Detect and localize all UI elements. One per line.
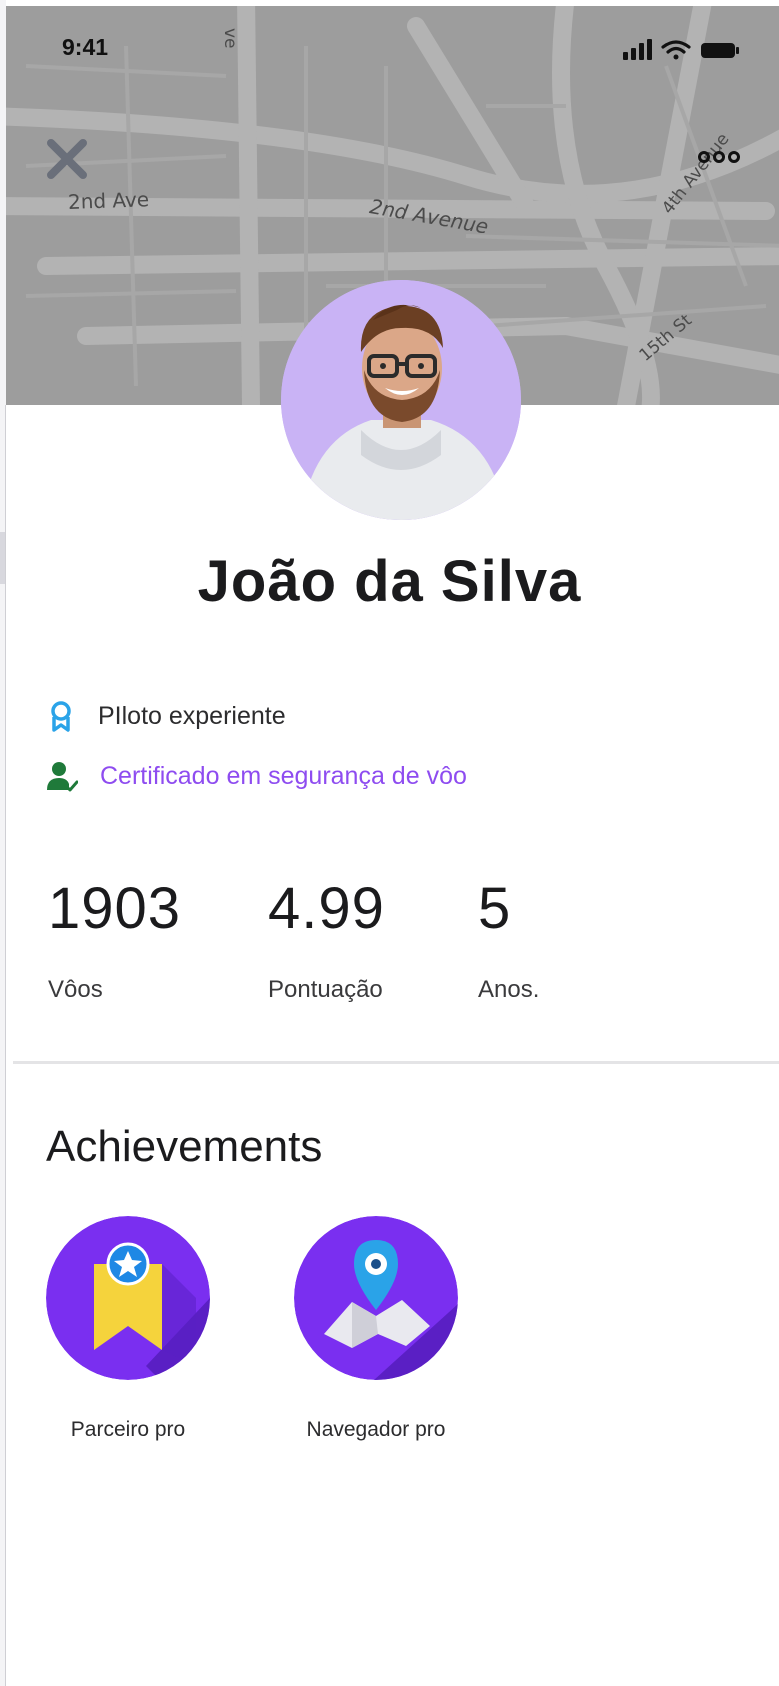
stat-score: 4.99 Pontuação — [268, 880, 385, 1004]
section-divider — [13, 1061, 779, 1064]
badge-label: PIloto experiente — [98, 701, 286, 730]
stat-label: Pontuação — [268, 976, 383, 1003]
stat-years: 5 Anos. — [478, 880, 539, 1004]
user-verified-icon — [47, 762, 78, 792]
street-label: 2nd Ave — [67, 187, 150, 214]
map-pin-icon — [294, 1216, 458, 1380]
wifi-icon — [661, 40, 691, 60]
badge-experienced-pilot: PIloto experiente — [46, 700, 286, 732]
stat-label: Anos. — [478, 976, 540, 1003]
stat-value: 1903 — [48, 876, 182, 941]
signal-icon — [623, 39, 652, 60]
ribbon-award-icon — [51, 701, 71, 732]
achievement-label: Navegador pro — [306, 1418, 446, 1441]
close-icon — [47, 139, 87, 179]
achievement-badge[interactable] — [46, 1216, 210, 1380]
stat-value: 5 — [478, 876, 512, 941]
badge-link[interactable]: Certificado em segurança de vôo — [100, 762, 467, 791]
stat-label: Vôos — [48, 976, 103, 1003]
badge-safety-certified[interactable]: Certificado em segurança de vôo — [46, 760, 467, 792]
more-options-button[interactable] — [698, 148, 740, 166]
bookmark-star-icon — [46, 1216, 210, 1380]
status-icons — [623, 38, 743, 67]
status-time: 9:41 — [62, 34, 109, 60]
more-options-icon — [698, 151, 740, 163]
profile-name: João da Silva — [197, 549, 582, 614]
stat-value: 4.99 — [268, 876, 385, 941]
avatar — [281, 280, 521, 520]
achievement-navigator-pro[interactable]: Navegador pro — [286, 1216, 466, 1442]
achievement-label: Parceiro pro — [70, 1418, 186, 1441]
battery-icon — [701, 43, 739, 58]
achievements-title: Achievements — [46, 1122, 323, 1171]
street-label: ve — [220, 28, 240, 49]
avatar-illustration — [281, 280, 521, 520]
close-button[interactable] — [46, 138, 88, 180]
achievement-badge[interactable] — [294, 1216, 458, 1380]
achievement-partner-pro[interactable]: Parceiro pro — [38, 1216, 218, 1442]
stat-flights: 1903 Vôos — [48, 880, 181, 1004]
